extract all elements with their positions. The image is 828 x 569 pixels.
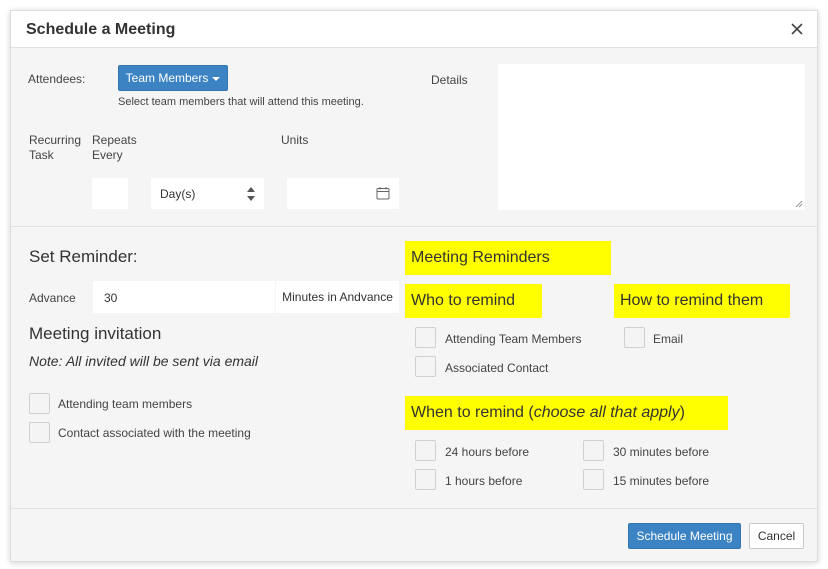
checkbox-label: Contact associated with the meeting: [58, 426, 251, 440]
how-to-remind-heading: How to remind them: [614, 284, 790, 318]
details-label: Details: [431, 73, 468, 87]
calendar-icon[interactable]: [376, 186, 390, 200]
checkbox-30-minutes-before[interactable]: [583, 440, 604, 461]
invitation-note: Note: All invited will be sent via email: [29, 353, 259, 369]
recurring-label-line2: Task: [29, 148, 54, 162]
recurring-task-label: Recurring Task: [29, 133, 81, 163]
checkbox-24-hours-before[interactable]: [415, 440, 436, 461]
schedule-meeting-button[interactable]: Schedule Meeting: [628, 523, 741, 549]
team-members-button-label: Team Members: [125, 71, 209, 85]
checkbox-label: Email: [653, 332, 684, 346]
when-heading-suffix: ): [679, 404, 685, 421]
checkbox-attending-team-members[interactable]: [29, 393, 50, 414]
attendees-help-text: Select team members that will attend thi…: [118, 96, 364, 108]
details-textarea[interactable]: [498, 64, 805, 210]
checkbox-label: Attending team members: [58, 397, 193, 411]
repeats-label-line1: Repeats: [92, 133, 137, 147]
footer-divider: [11, 508, 817, 509]
close-icon: [791, 23, 803, 35]
who-to-remind-heading: Who to remind: [405, 284, 542, 318]
checkbox-label: 30 minutes before: [613, 445, 710, 459]
checkbox-remind-associated-contact[interactable]: [415, 356, 436, 377]
advance-label: Advance: [29, 291, 76, 305]
checkbox-1-hours-before[interactable]: [415, 469, 436, 490]
advance-value: 30: [104, 291, 118, 305]
checkbox-label: 15 minutes before: [613, 474, 710, 488]
checkbox-label: 24 hours before: [445, 445, 530, 459]
checkbox-remind-attending-team-members[interactable]: [415, 327, 436, 348]
units-date-input[interactable]: [287, 178, 399, 209]
checkbox-15-minutes-before[interactable]: [583, 469, 604, 490]
schedule-meeting-modal: Schedule a Meeting Attendees: Team Membe…: [10, 10, 818, 562]
cancel-button[interactable]: Cancel: [749, 523, 804, 549]
when-to-remind-heading: When to remind (choose all that apply): [405, 396, 728, 430]
advance-suffix-addon: Minutes in Andvance: [276, 281, 399, 313]
attendees-label: Attendees:: [28, 72, 86, 86]
set-reminder-heading: Set Reminder:: [29, 247, 138, 266]
checkbox-label: Associated Contact: [445, 361, 549, 375]
select-arrows-icon: [247, 187, 255, 201]
advance-suffix-label: Minutes in Andvance: [282, 290, 393, 304]
repeats-every-input[interactable]: [92, 178, 128, 209]
team-members-dropdown-button[interactable]: Team Members: [118, 65, 228, 91]
when-heading-prefix: When to remind (: [411, 404, 534, 421]
repeats-label-line2: Every: [92, 148, 123, 162]
meeting-reminders-heading: Meeting Reminders: [405, 241, 611, 275]
checkbox-label: Attending Team Members: [445, 332, 582, 346]
modal-header: Schedule a Meeting: [11, 11, 817, 48]
period-selected-value: Day(s): [160, 187, 196, 201]
caret-down-icon: [212, 77, 221, 81]
repeats-every-label: Repeats Every: [92, 133, 137, 163]
advance-input[interactable]: 30: [93, 281, 275, 313]
modal-title: Schedule a Meeting: [26, 21, 176, 38]
period-select[interactable]: Day(s): [151, 178, 264, 209]
checkbox-contact-associated[interactable]: [29, 422, 50, 443]
section-divider: [11, 226, 817, 227]
meeting-invitation-heading: Meeting invitation: [29, 324, 162, 343]
resize-grip-icon[interactable]: [795, 200, 803, 208]
checkbox-remind-email[interactable]: [624, 327, 645, 348]
units-label: Units: [281, 133, 309, 147]
close-button[interactable]: [787, 19, 807, 39]
recurring-label-line1: Recurring: [29, 133, 82, 147]
checkbox-label: 1 hours before: [445, 474, 523, 488]
when-heading-italic: choose all that apply: [533, 404, 680, 421]
